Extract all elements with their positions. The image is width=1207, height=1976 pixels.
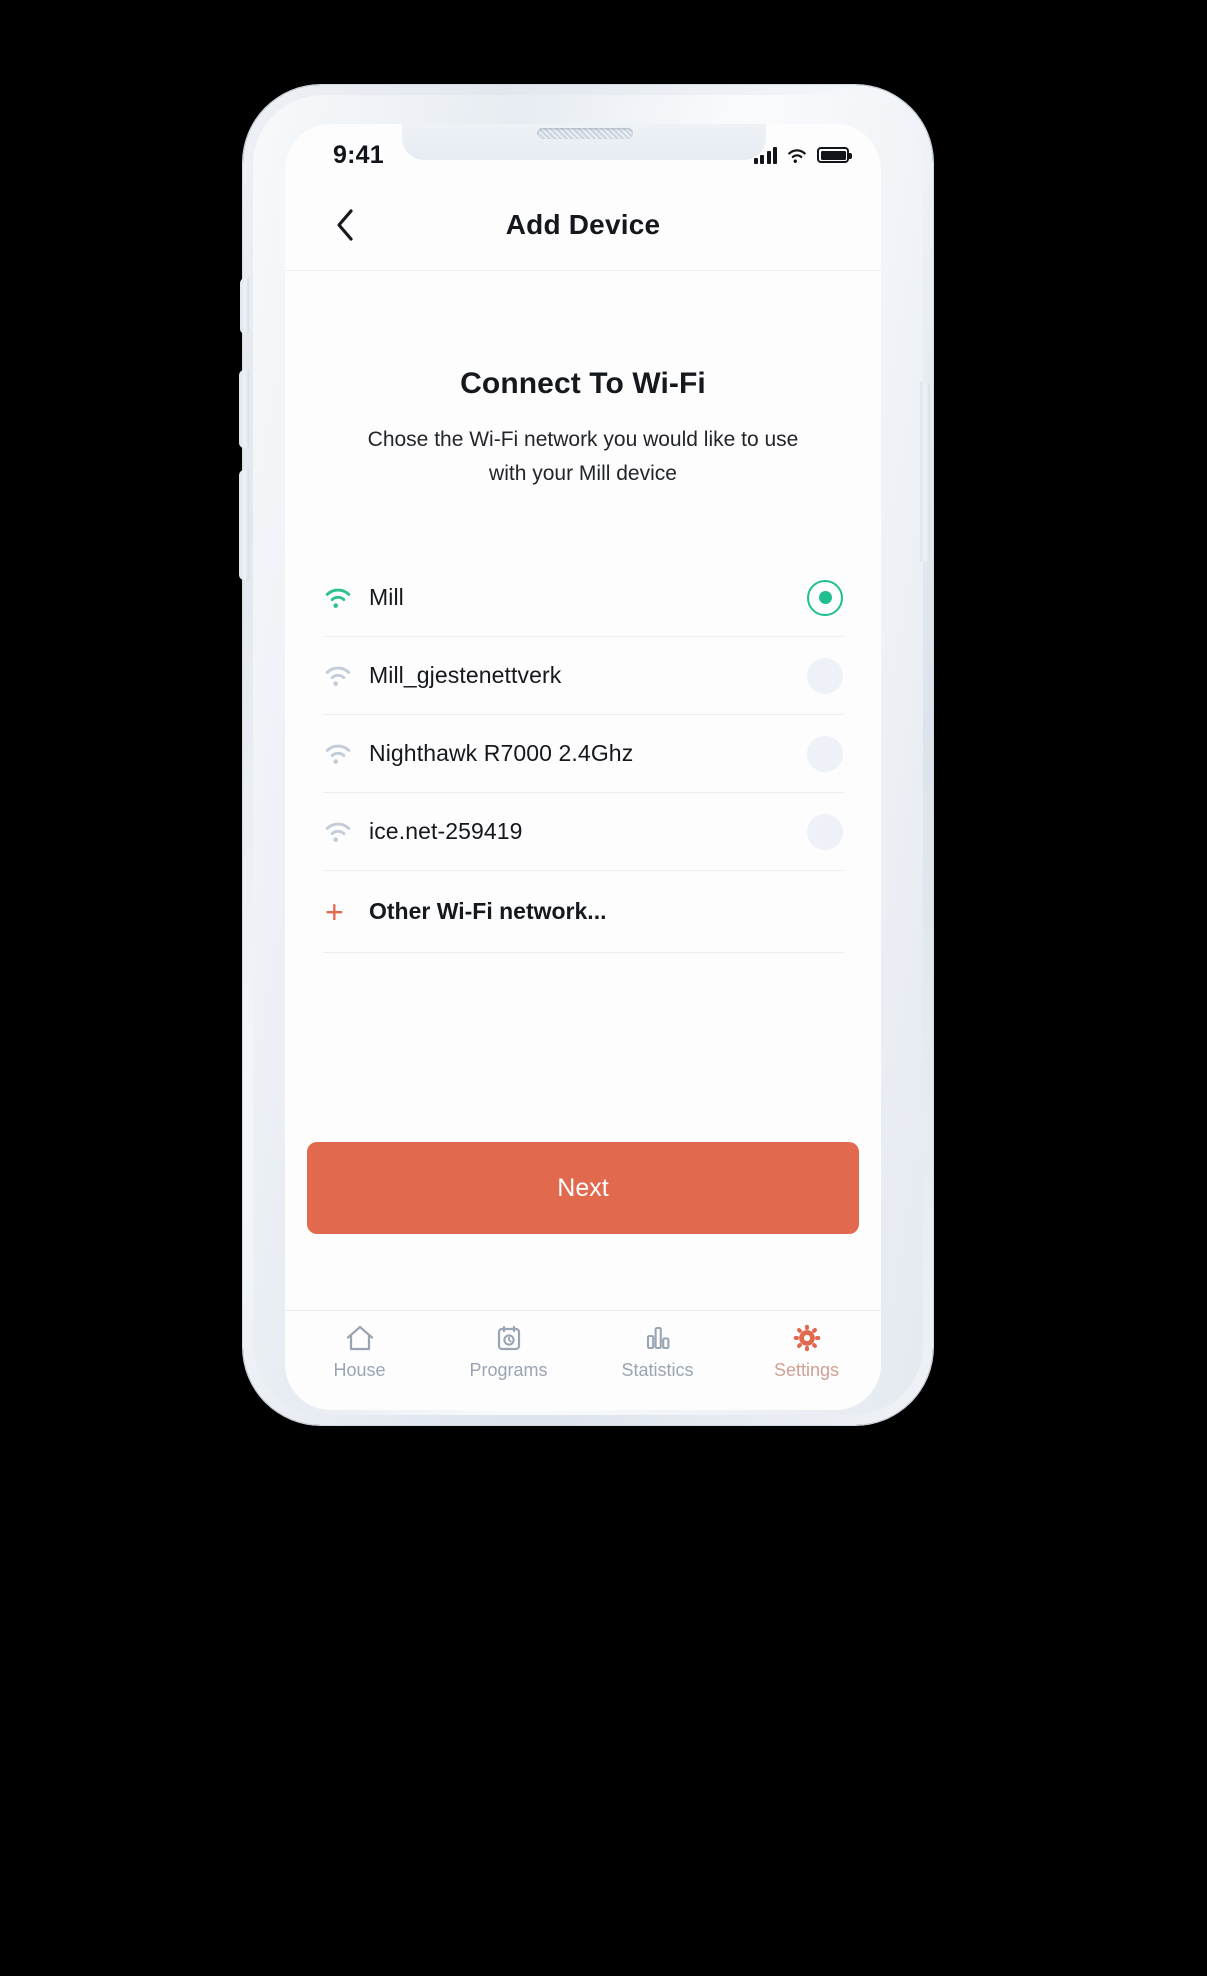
battery-full-icon: [817, 147, 852, 163]
chevron-left-icon: [337, 209, 353, 241]
network-radio[interactable]: [807, 735, 843, 772]
tab-house[interactable]: House: [285, 1323, 434, 1381]
volume-down-button[interactable]: [239, 470, 249, 580]
list-item[interactable]: Nighthawk R7000 2.4Ghz: [323, 715, 843, 793]
nav-header: Add Device: [285, 180, 881, 271]
silent-switch[interactable]: [240, 278, 249, 334]
tab-settings[interactable]: Settings: [732, 1323, 881, 1381]
wifi-icon: [788, 148, 806, 163]
status-time: 9:41: [333, 140, 384, 169]
earpiece-speaker: [537, 128, 633, 139]
page-title: Add Device: [505, 209, 661, 240]
tab-programs[interactable]: Programs: [434, 1323, 583, 1381]
wifi-icon: [323, 742, 369, 765]
network-name: Mill: [369, 584, 404, 610]
tab-label: Statistics: [621, 1360, 694, 1380]
tab-label: Settings: [773, 1360, 840, 1380]
network-radio-selected[interactable]: [807, 579, 843, 616]
list-item[interactable]: Mill: [323, 559, 843, 637]
calendar-clock-icon: [494, 1323, 524, 1353]
phone-screen: 9:41 Add Device Connect To Wi-Fi Chose t…: [285, 124, 881, 1410]
network-name: Nighthawk R7000 2.4Ghz: [369, 740, 634, 766]
status-icons: [753, 146, 852, 164]
home-icon: [345, 1323, 375, 1353]
bottom-tab-bar: House Programs Statistics Settings: [285, 1310, 881, 1410]
wifi-icon: [323, 586, 369, 609]
screen-heading: Connect To Wi-Fi: [460, 367, 706, 400]
bar-chart-icon: [643, 1323, 673, 1353]
volume-up-button[interactable]: [239, 370, 249, 448]
wifi-icon: [323, 664, 369, 687]
main-content: Connect To Wi-Fi Chose the Wi-Fi network…: [285, 271, 881, 1271]
network-radio[interactable]: [807, 657, 843, 694]
screen-subtitle: Chose the Wi-Fi network you would like t…: [367, 428, 799, 485]
network-radio[interactable]: [807, 813, 843, 850]
tab-statistics[interactable]: Statistics: [583, 1323, 732, 1381]
back-button[interactable]: [325, 205, 365, 245]
tab-label: House: [333, 1360, 386, 1380]
network-name: Mill_gjestenettverk: [369, 662, 562, 688]
network-name: ice.net-259419: [369, 818, 523, 844]
list-item[interactable]: Mill_gjestenettverk: [323, 637, 843, 715]
plus-icon: +: [325, 893, 344, 930]
tab-label: Programs: [469, 1360, 548, 1380]
wifi-icon: [323, 820, 369, 843]
next-button[interactable]: Next: [307, 1142, 859, 1234]
wifi-network-list: Mill Mill_gjestenettverk Nighthawk R7000…: [285, 559, 881, 953]
other-wifi-label: Other Wi-Fi network...: [369, 898, 607, 924]
other-wifi-network-row[interactable]: + Other Wi-Fi network...: [323, 871, 843, 953]
power-button[interactable]: [920, 382, 930, 562]
list-item[interactable]: ice.net-259419: [323, 793, 843, 871]
gear-icon: [792, 1323, 822, 1353]
